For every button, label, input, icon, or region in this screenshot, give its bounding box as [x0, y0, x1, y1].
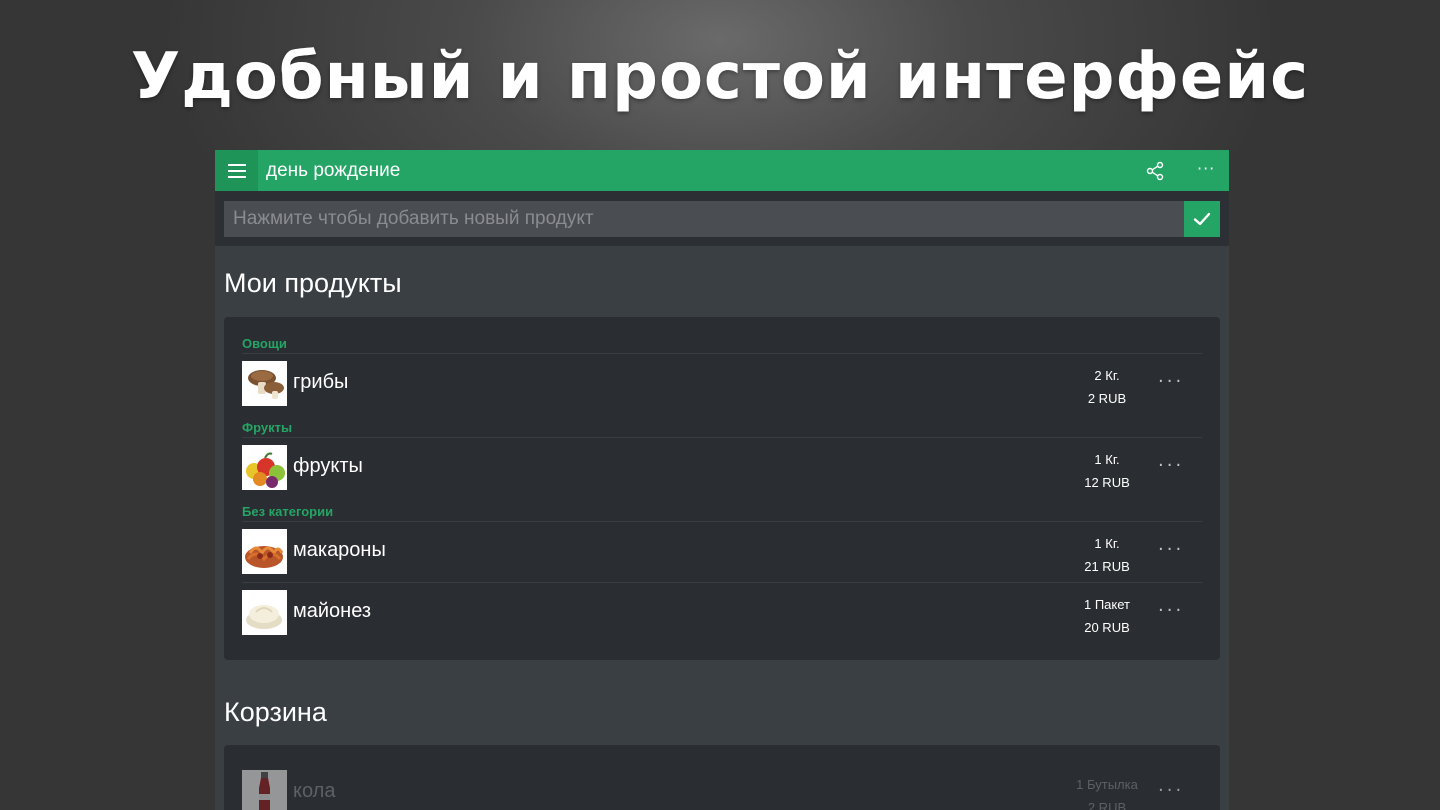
product-price: 20 RUB	[1084, 620, 1130, 635]
add-product-input[interactable]	[224, 201, 1184, 237]
divider	[242, 582, 1202, 583]
item-more-icon[interactable]: ···	[1158, 371, 1184, 392]
cart-card: кола 1 Бутылка 2 RUB ···	[224, 745, 1220, 810]
product-name: кола	[293, 780, 336, 802]
hamburger-menu-button[interactable]	[215, 150, 258, 191]
category-label: Без категории	[242, 504, 334, 519]
divider	[242, 353, 1202, 354]
product-price: 21 RUB	[1084, 559, 1130, 574]
product-image	[242, 770, 287, 810]
product-quantity: 2 Кг.	[1094, 368, 1120, 383]
product-name: грибы	[293, 371, 349, 393]
product-amount: 1 Кг. 12 RUB	[1072, 448, 1142, 494]
product-price: 2 RUB	[1087, 391, 1127, 406]
title-bar: день рождение ···	[215, 150, 1229, 191]
promo-headline: Удобный и простой интерфейс	[130, 40, 1310, 114]
product-price: 2 RUB	[1087, 800, 1127, 810]
product-name: фрукты	[293, 455, 363, 477]
confirm-add-button[interactable]	[1184, 201, 1220, 237]
my-products-card: Овощи грибы 2 Кг. 2 RUB ··· Фрукты фрукт…	[224, 317, 1220, 660]
item-more-icon[interactable]: ···	[1158, 539, 1184, 560]
list-title: день рождение	[266, 160, 401, 181]
product-price: 12 RUB	[1084, 475, 1130, 490]
list-item[interactable]: майонез 1 Пакет 20 RUB ···	[242, 590, 1202, 636]
product-amount: 1 Пакет 20 RUB	[1072, 593, 1142, 639]
list-item[interactable]: макароны 1 Кг. 21 RUB ···	[242, 529, 1202, 575]
my-products-heading: Мои продукты	[224, 268, 402, 298]
product-amount: 1 Бутылка 2 RUB	[1072, 773, 1142, 810]
checkmark-icon	[1193, 212, 1211, 226]
item-more-icon[interactable]: ···	[1158, 600, 1184, 621]
product-quantity: 1 Бутылка	[1076, 777, 1138, 792]
divider	[242, 437, 1202, 438]
item-more-icon[interactable]: ···	[1158, 455, 1184, 476]
more-options-icon[interactable]: ···	[1197, 159, 1215, 178]
hamburger-line-icon	[227, 169, 246, 172]
category-label: Овощи	[242, 336, 287, 351]
product-quantity: 1 Кг.	[1094, 536, 1120, 551]
product-quantity: 1 Кг.	[1094, 452, 1120, 467]
hamburger-line-icon	[227, 175, 246, 178]
product-amount: 1 Кг. 21 RUB	[1072, 532, 1142, 578]
share-icon[interactable]	[1145, 161, 1165, 181]
product-image	[242, 361, 287, 406]
product-name: майонез	[293, 600, 372, 622]
hamburger-line-icon	[227, 163, 246, 166]
add-product-bar	[215, 191, 1229, 246]
item-more-icon[interactable]: ···	[1158, 780, 1184, 801]
category-label: Фрукты	[242, 420, 293, 435]
divider	[242, 521, 1202, 522]
product-image	[242, 445, 287, 490]
product-quantity: 1 Пакет	[1083, 597, 1130, 612]
product-image	[242, 590, 287, 635]
cart-heading: Корзина	[224, 697, 327, 727]
app-window: день рождение ··· Мои продукты Овощи	[215, 150, 1229, 810]
product-amount: 2 Кг. 2 RUB	[1072, 364, 1142, 410]
list-item[interactable]: грибы 2 Кг. 2 RUB ···	[242, 361, 1202, 407]
list-item[interactable]: фрукты 1 Кг. 12 RUB ···	[242, 445, 1202, 491]
product-image	[242, 529, 287, 574]
list-item[interactable]: кола 1 Бутылка 2 RUB ···	[242, 770, 1202, 810]
product-name: макароны	[293, 539, 386, 561]
